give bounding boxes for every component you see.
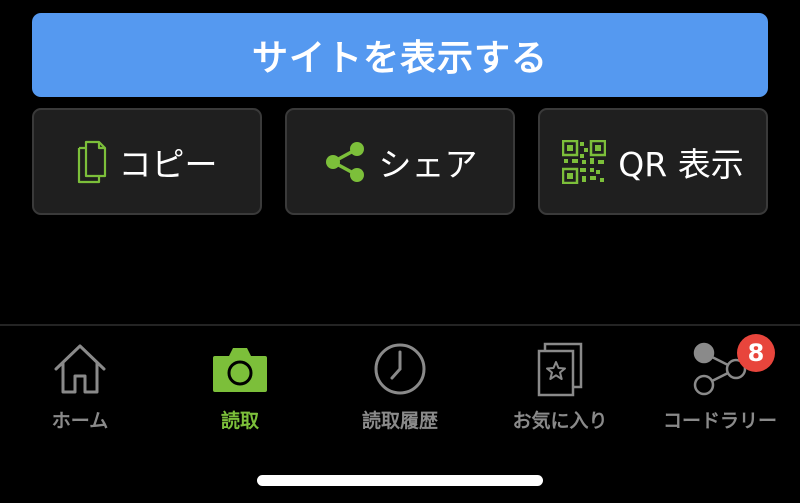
share-button[interactable]: シェア (285, 108, 515, 215)
tab-code-rally[interactable]: コードラリー (640, 326, 800, 446)
copy-button[interactable]: コピー (32, 108, 262, 215)
tab-scan-history[interactable]: 読取履歴 (320, 326, 480, 446)
tab-scan-history-label: 読取履歴 (361, 410, 438, 432)
tab-bar: ホーム 読取 読取履歴 お気に入り コードラリー (0, 326, 800, 446)
home-indicator[interactable] (257, 475, 543, 486)
view-site-button[interactable]: サイトを表示する (32, 13, 768, 97)
tab-scan[interactable]: 読取 (160, 326, 320, 446)
tab-favorites-label: お気に入り (512, 410, 608, 432)
tab-code-rally-label: コードラリー (662, 410, 777, 432)
copy-icon (77, 140, 107, 184)
camera-icon (208, 340, 272, 398)
share-icon (323, 140, 367, 184)
copy-label: コピー (118, 144, 218, 184)
qr-code-icon (562, 139, 607, 184)
tab-home[interactable]: ホーム (0, 326, 160, 446)
qr-display-label: QR 表示 (618, 144, 744, 184)
tab-favorites[interactable]: お気に入り (480, 326, 640, 446)
action-button-row: コピー シェア QR 表示 (32, 108, 768, 215)
clock-icon (368, 340, 432, 398)
code-rally-badge: 8 (737, 334, 775, 372)
qr-display-button[interactable]: QR 表示 (538, 108, 768, 215)
tab-home-label: ホーム (51, 410, 109, 432)
favorites-card-icon (528, 340, 592, 398)
screen: サイトを表示する コピー シェア QR 表示 ホーム 読取 読取履歴 お気に入り… (0, 0, 800, 503)
share-label: シェア (378, 144, 478, 184)
tab-scan-label: 読取 (220, 410, 259, 432)
home-icon (48, 340, 112, 398)
